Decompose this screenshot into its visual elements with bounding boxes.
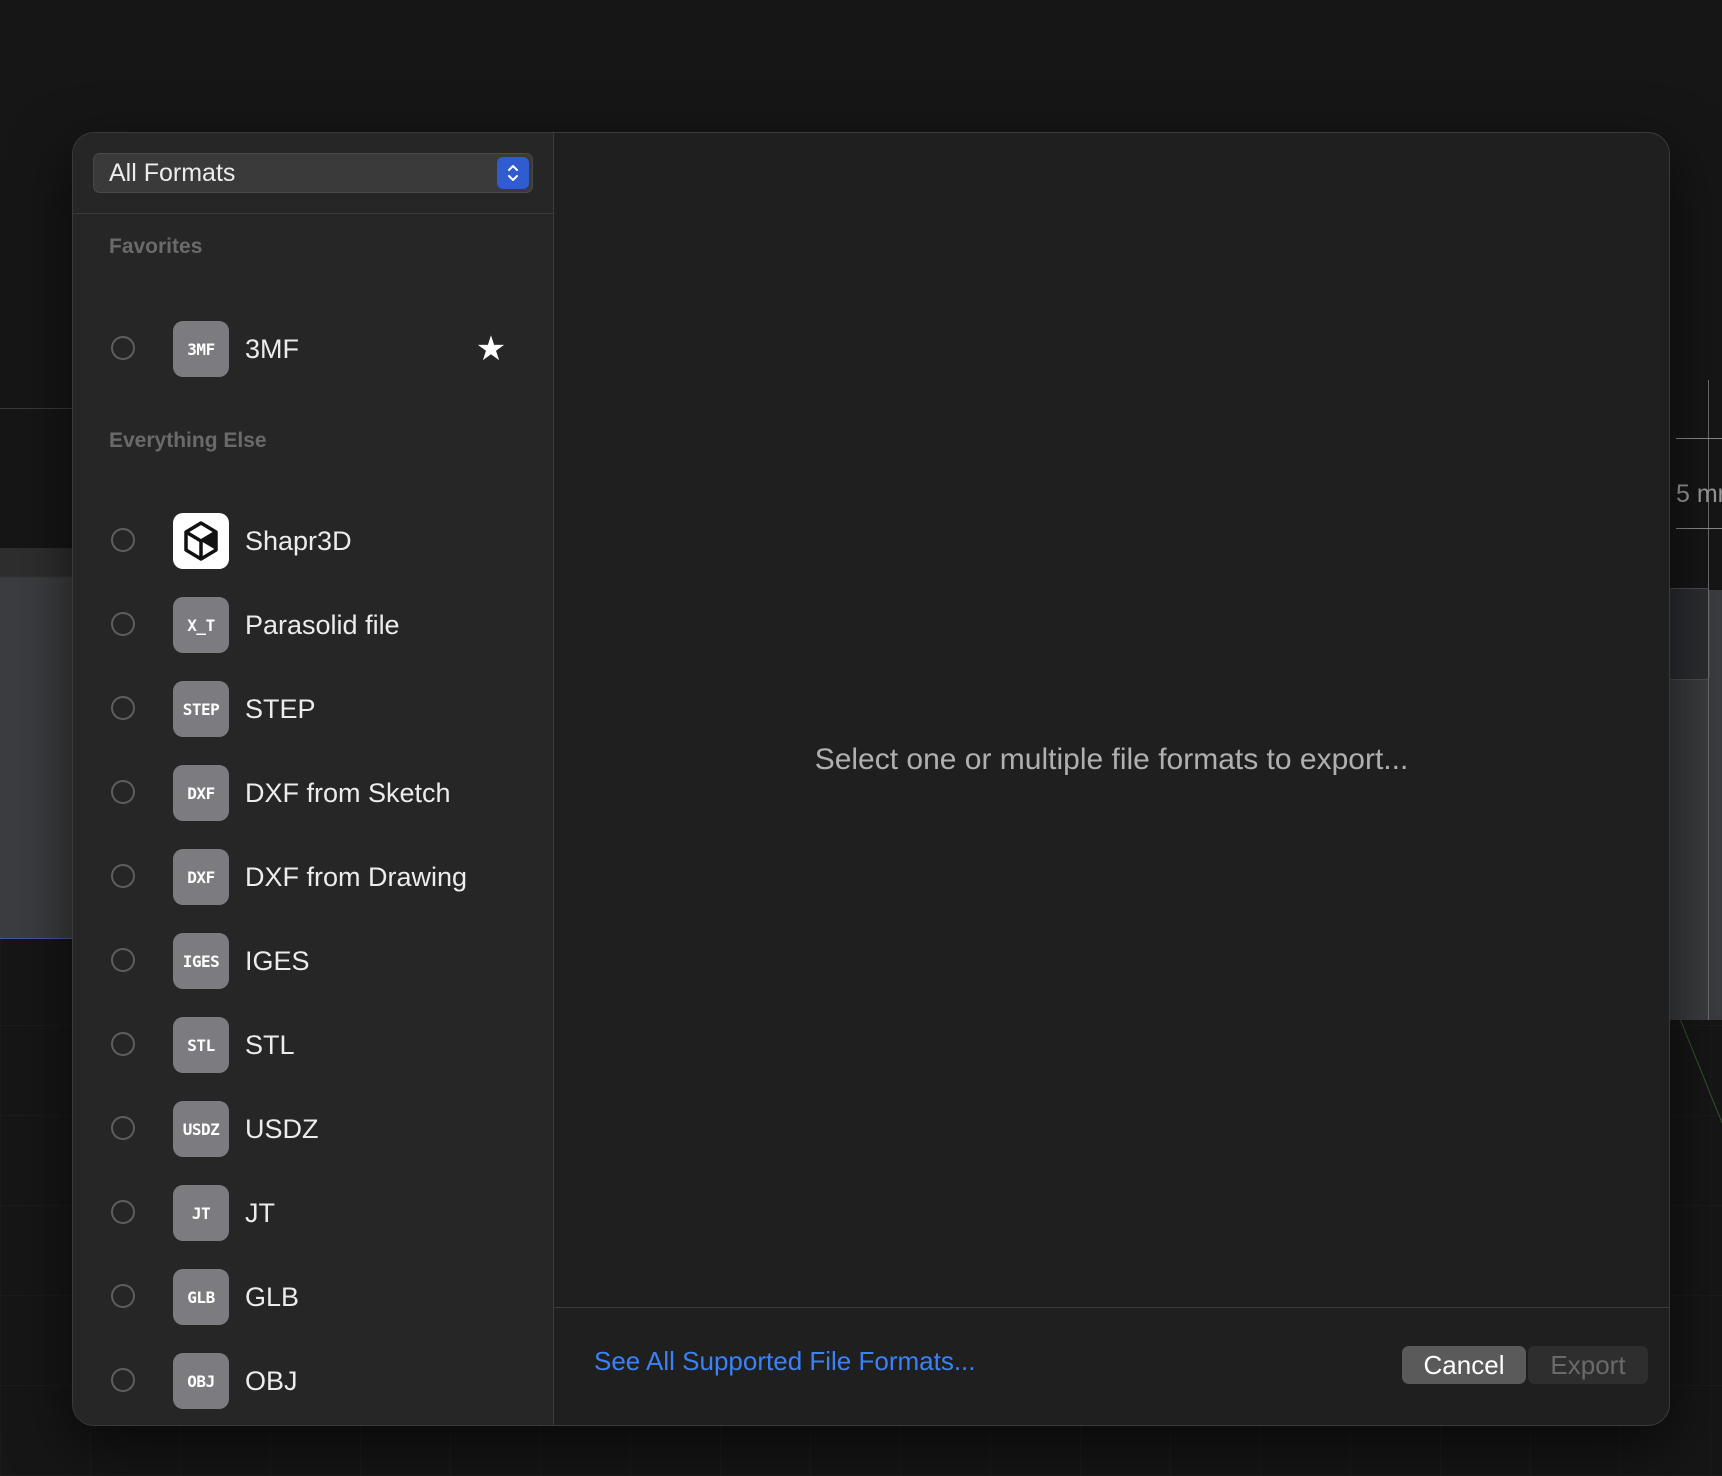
format-row-dxf-sketch[interactable]: DXF DXF from Sketch [73,763,553,823]
format-label: JT [245,1198,275,1228]
format-label: Shapr3D [245,526,352,556]
jt-file-icon: JT [173,1185,229,1241]
dxf-file-icon: DXF [173,765,229,821]
3mf-file-icon: 3MF [173,321,229,377]
radio-button[interactable] [111,1200,135,1224]
format-filter-select[interactable]: All Formats [93,153,533,193]
format-label: IGES [245,946,310,976]
radio-button[interactable] [111,780,135,804]
format-label: DXF from Drawing [245,862,468,892]
radio-button[interactable] [111,1368,135,1392]
format-row-iges[interactable]: IGES IGES [73,931,553,991]
format-label: DXF from Sketch [245,778,451,808]
section-header-favorites: Favorites [109,235,203,258]
format-row-glb[interactable]: GLB GLB [73,1267,553,1327]
format-row-obj[interactable]: OBJ OBJ [73,1351,553,1411]
radio-button[interactable] [111,1032,135,1056]
export-dialog: All Formats Favorites 3MF 3MF ★ Everythi… [72,132,1670,1426]
format-label: STL [245,1030,295,1060]
divider [73,213,553,214]
chevron-up-down-icon [497,157,529,189]
glb-file-icon: GLB [173,1269,229,1325]
dialog-footer: See All Supported File Formats... Cancel… [554,1307,1669,1425]
format-label: USDZ [245,1114,319,1144]
radio-button[interactable] [111,612,135,636]
radio-button[interactable] [111,336,135,360]
star-icon[interactable]: ★ [471,329,511,369]
empty-state-message: Select one or multiple file formats to e… [814,743,1409,776]
model-top-face [1668,588,1710,680]
format-sidebar: All Formats Favorites 3MF 3MF ★ Everythi… [73,133,554,1425]
export-options-panel: Select one or multiple file formats to e… [554,133,1669,1309]
radio-button[interactable] [111,1284,135,1308]
export-button[interactable]: Export [1528,1346,1648,1384]
section-header-everything-else: Everything Else [109,429,267,452]
format-row-shapr3d[interactable]: Shapr3D [73,511,553,571]
format-row-dxf-drawing[interactable]: DXF DXF from Drawing [73,847,553,907]
x-t-file-icon: X_T [173,597,229,653]
format-label: STEP [245,694,316,724]
step-file-icon: STEP [173,681,229,737]
format-row-parasolid[interactable]: X_T Parasolid file [73,595,553,655]
cancel-button[interactable]: Cancel [1402,1346,1526,1384]
iges-file-icon: IGES [173,933,229,989]
radio-button[interactable] [111,864,135,888]
format-row-3mf[interactable]: 3MF 3MF ★ [73,319,553,379]
format-label: 3MF [245,334,299,364]
dimension-arrow [1676,438,1722,439]
obj-file-icon: OBJ [173,1353,229,1409]
radio-button[interactable] [111,696,135,720]
format-row-step[interactable]: STEP STEP [73,679,553,739]
model-body-left [0,548,80,939]
model-edge-line [0,408,80,409]
radio-button[interactable] [111,528,135,552]
dimension-label: 5 mr [1676,480,1722,508]
radio-button[interactable] [111,1116,135,1140]
format-row-usdz[interactable]: USDZ USDZ [73,1099,553,1159]
see-all-formats-link[interactable]: See All Supported File Formats... [594,1346,976,1377]
format-row-stl[interactable]: STL STL [73,1015,553,1075]
dimension-arrow [1676,528,1722,529]
format-label: OBJ [245,1366,298,1396]
stl-file-icon: STL [173,1017,229,1073]
dxf-file-icon: DXF [173,849,229,905]
format-label: GLB [245,1282,300,1312]
dimension-line [1708,380,1709,1020]
format-label: Parasolid file [245,610,400,640]
radio-button[interactable] [111,948,135,972]
format-filter-value: All Formats [109,159,236,187]
usdz-file-icon: USDZ [173,1101,229,1157]
shapr3d-logo-icon [173,513,229,569]
format-row-jt[interactable]: JT JT [73,1183,553,1243]
